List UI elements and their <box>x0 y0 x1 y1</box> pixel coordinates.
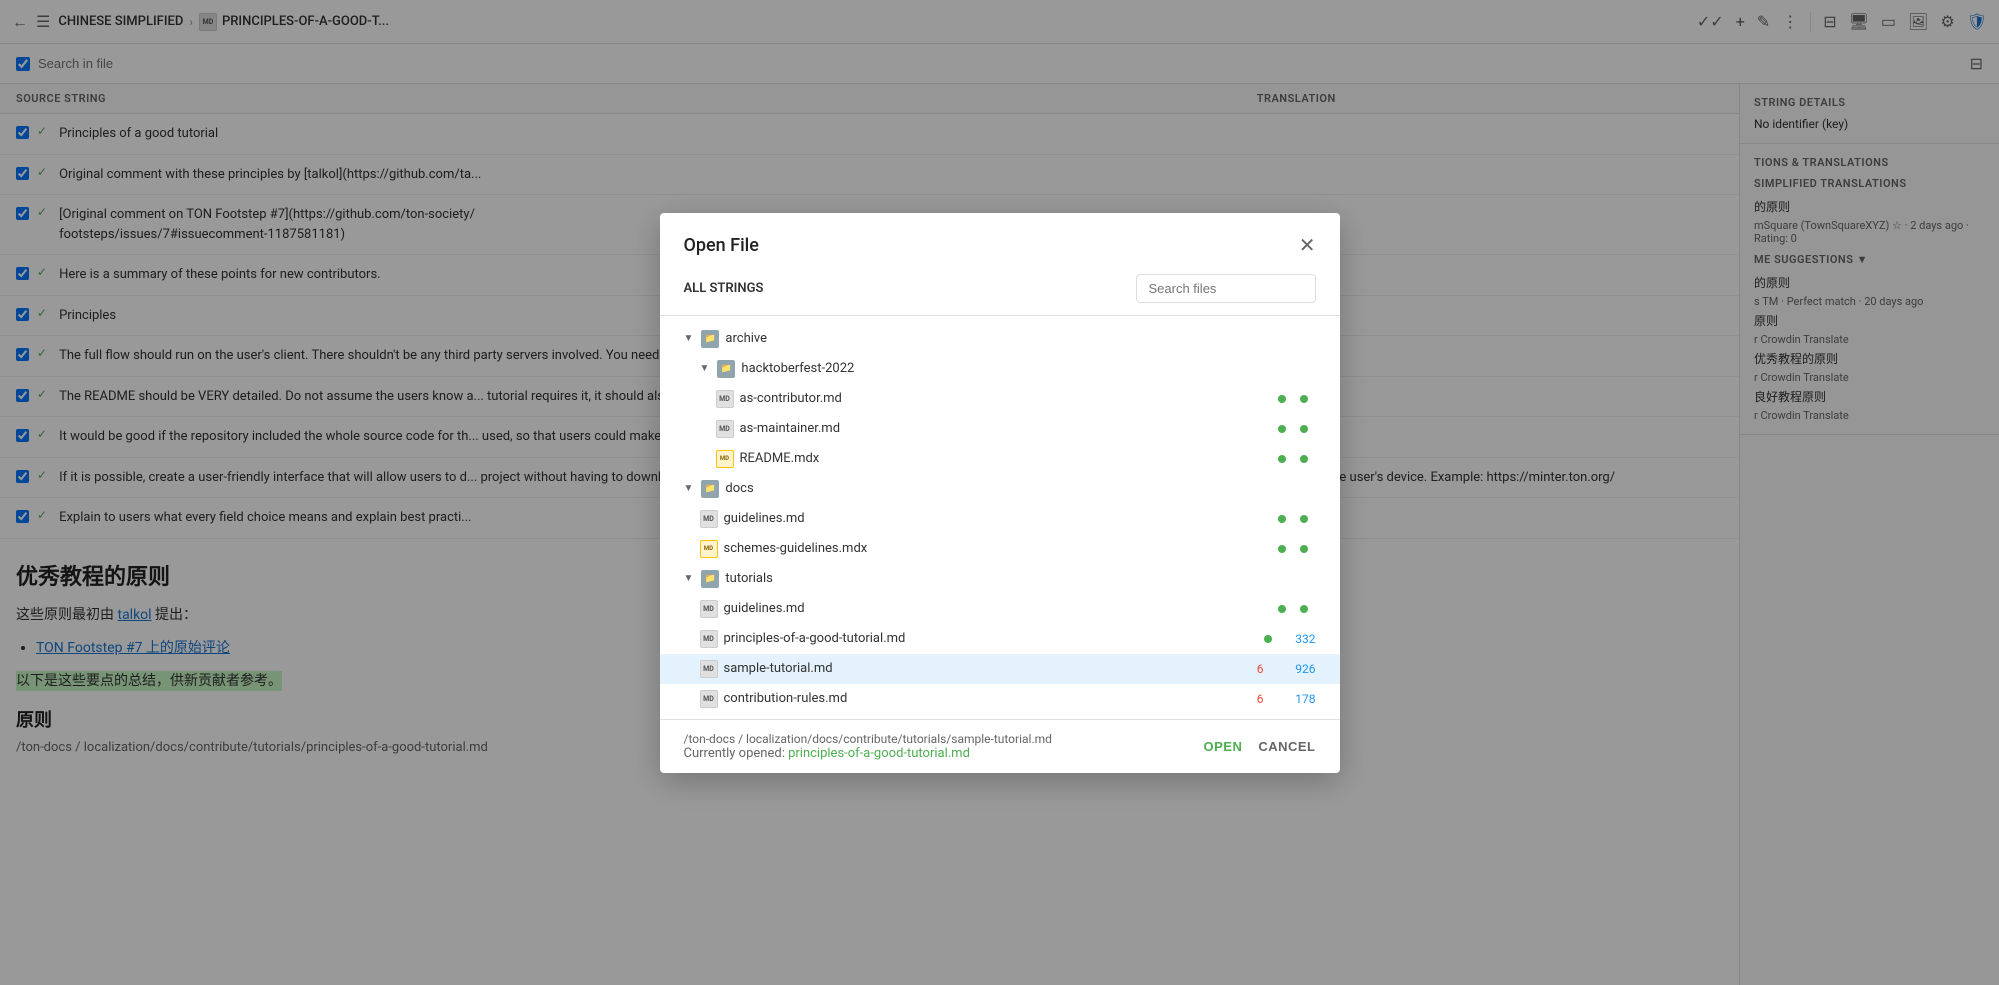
folder-archive[interactable]: ▼ 📁 archive <box>660 324 1340 354</box>
folder-icon: 📁 <box>701 570 719 588</box>
file-name: principles-of-a-good-tutorial.md <box>724 631 1258 646</box>
file-name: guidelines.md <box>724 601 1272 616</box>
dialog-title: Open File <box>684 235 759 256</box>
file-name: as-contributor.md <box>740 391 1272 406</box>
file-count: 332 <box>1286 632 1316 646</box>
dialog-close-button[interactable]: ✕ <box>1299 233 1316 258</box>
chevron-down-icon: ▼ <box>684 483 694 494</box>
mdx-file-icon: MD <box>716 450 734 468</box>
md-file-icon: MD <box>700 660 718 678</box>
chevron-down-icon: ▼ <box>700 363 710 374</box>
status-dot-green <box>1300 605 1308 613</box>
folder-icon: 📁 <box>701 330 719 348</box>
folder-icon: 📁 <box>701 480 719 498</box>
file-name: schemes-guidelines.mdx <box>724 541 1272 556</box>
md-file-icon: MD <box>700 510 718 528</box>
dialog-header: Open File ✕ <box>660 213 1340 274</box>
dialog-filter-bar: ALL STRINGS <box>660 274 1340 316</box>
md-file-icon: MD <box>700 630 718 648</box>
open-button[interactable]: OPEN <box>1203 739 1242 754</box>
status-dot-green <box>1278 515 1286 523</box>
dialog-file-list: ▼ 📁 archive ▼ 📁 hacktoberfest-2022 MD as… <box>660 316 1340 719</box>
status-dot-green <box>1300 395 1308 403</box>
folder-icon: 📁 <box>717 360 735 378</box>
currently-opened-label: Currently opened: <box>684 746 785 761</box>
md-file-icon: MD <box>700 690 718 708</box>
md-file-icon: MD <box>700 600 718 618</box>
file-name: as-maintainer.md <box>740 421 1272 436</box>
folder-docs[interactable]: ▼ 📁 docs <box>660 474 1340 504</box>
folder-name: hacktoberfest-2022 <box>741 361 1315 376</box>
status-dot-green <box>1300 455 1308 463</box>
folder-name: archive <box>725 331 1315 346</box>
status-dot-green <box>1264 635 1272 643</box>
list-item[interactable]: MD principles-of-a-good-tutorial.md 332 <box>660 624 1340 654</box>
list-item[interactable]: MD as-contributor.md <box>660 384 1340 414</box>
open-file-dialog: Open File ✕ ALL STRINGS ▼ 📁 archive ▼ 📁 … <box>660 213 1340 773</box>
footer-info: /ton-docs / localization/docs/contribute… <box>684 732 1052 761</box>
currently-opened-file: principles-of-a-good-tutorial.md <box>788 746 970 761</box>
file-count-red: 6 <box>1244 692 1264 706</box>
md-file-icon: MD <box>716 420 734 438</box>
list-item[interactable]: MD sample-tutorial.md 6 926 <box>660 654 1340 684</box>
footer-buttons: OPEN CANCEL <box>1203 739 1315 754</box>
file-count-blue: 926 <box>1286 662 1316 676</box>
dialog-filter-label: ALL STRINGS <box>684 281 764 296</box>
folder-hacktoberfest[interactable]: ▼ 📁 hacktoberfest-2022 <box>660 354 1340 384</box>
status-dot-green <box>1278 545 1286 553</box>
status-dot-green <box>1278 455 1286 463</box>
folder-name: tutorials <box>725 571 1315 586</box>
chevron-down-icon: ▼ <box>684 573 694 584</box>
file-count-red: 6 <box>1244 662 1264 676</box>
list-item[interactable]: MD as-maintainer.md <box>660 414 1340 444</box>
status-dot-green <box>1300 515 1308 523</box>
file-name: README.mdx <box>740 451 1272 466</box>
file-count-blue: 178 <box>1286 692 1316 706</box>
status-dot-green <box>1300 545 1308 553</box>
folder-tutorials[interactable]: ▼ 📁 tutorials <box>660 564 1340 594</box>
md-file-icon: MD <box>716 390 734 408</box>
file-name: contribution-rules.md <box>724 691 1238 706</box>
cancel-button[interactable]: CANCEL <box>1258 739 1315 754</box>
list-item[interactable]: MD schemes-guidelines.mdx <box>660 534 1340 564</box>
dialog-overlay: Open File ✕ ALL STRINGS ▼ 📁 archive ▼ 📁 … <box>0 0 1999 985</box>
status-dot-green <box>1300 425 1308 433</box>
file-name: guidelines.md <box>724 511 1272 526</box>
footer-current: Currently opened: principles-of-a-good-t… <box>684 746 1052 761</box>
status-dot-green <box>1278 395 1286 403</box>
status-dot-green <box>1278 605 1286 613</box>
footer-path: /ton-docs / localization/docs/contribute… <box>684 732 1052 746</box>
dialog-search-input[interactable] <box>1136 274 1316 303</box>
file-name: sample-tutorial.md <box>724 661 1238 676</box>
list-item[interactable]: MD contribution-rules.md 6 178 <box>660 684 1340 714</box>
list-item[interactable]: MD guidelines.md <box>660 504 1340 534</box>
chevron-down-icon: ▼ <box>684 333 694 344</box>
list-item[interactable]: MD guidelines.md <box>660 594 1340 624</box>
status-dot-green <box>1278 425 1286 433</box>
mdx-file-icon: MD <box>700 540 718 558</box>
dialog-footer: /ton-docs / localization/docs/contribute… <box>660 719 1340 773</box>
list-item[interactable]: MD README.mdx <box>660 444 1340 474</box>
folder-name: docs <box>725 481 1315 496</box>
